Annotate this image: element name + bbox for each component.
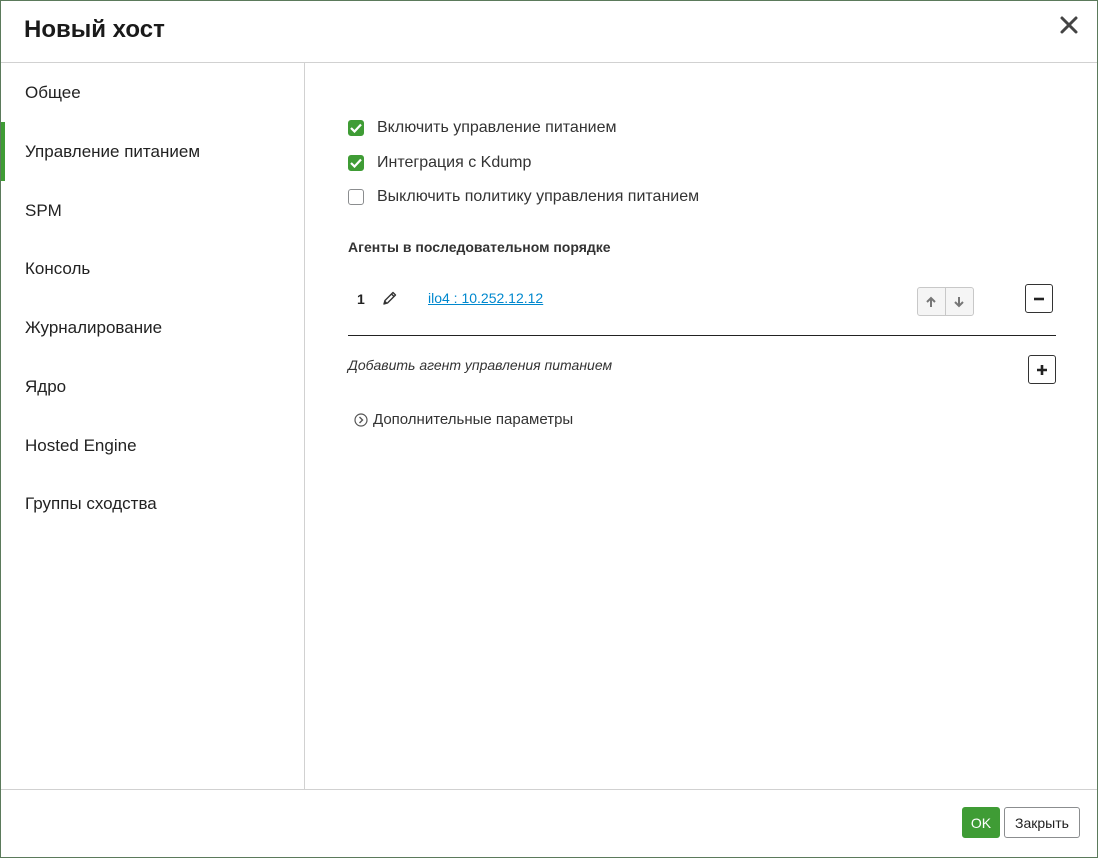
agent-order-controls <box>917 287 974 316</box>
advanced-parameters-label: Дополнительные параметры <box>373 411 574 428</box>
add-agent-button[interactable] <box>1028 355 1056 384</box>
minus-icon <box>1034 297 1044 300</box>
checkbox-label: Выключить политику управления питанием <box>377 188 700 205</box>
sidebar-item-label: Ядро <box>25 376 67 396</box>
sidebar-item-spm[interactable]: SPM <box>1 181 304 240</box>
arrow-up-icon <box>926 296 936 307</box>
agents-divider <box>348 335 1056 336</box>
sidebar-item-label: Журналирование <box>25 317 163 337</box>
dialog-title: Новый хост <box>24 16 165 43</box>
new-host-dialog: Новый хост Общее Управление питанием SPM… <box>0 0 1098 858</box>
plus-icon <box>1037 364 1047 375</box>
sidebar-item-label: Hosted Engine <box>25 435 137 455</box>
power-management-panel: Включить управление питанием Интеграция … <box>306 63 1098 789</box>
sidebar-item-label: Группы сходства <box>25 493 157 513</box>
sidebar-item-label: Консоль <box>25 258 91 278</box>
pencil-icon[interactable] <box>382 290 398 306</box>
move-down-button[interactable] <box>946 288 973 315</box>
sidebar-item-affinity-groups[interactable]: Группы сходства <box>1 474 304 533</box>
sidebar-item-hosted-engine[interactable]: Hosted Engine <box>1 416 304 475</box>
sidebar-item-power-management[interactable]: Управление питанием <box>1 122 304 181</box>
checkbox-label: Интеграция с Kdump <box>377 154 532 171</box>
sidebar: Общее Управление питанием SPM Консоль Жу… <box>1 63 305 789</box>
advanced-parameters-toggle[interactable]: Дополнительные параметры <box>354 411 573 428</box>
sidebar-item-label: SPM <box>25 200 62 220</box>
sidebar-item-general[interactable]: Общее <box>1 63 304 122</box>
sidebar-item-kernel[interactable]: Ядро <box>1 357 304 416</box>
checkbox-label: Включить управление питанием <box>377 119 617 136</box>
checkbox-checked-icon[interactable] <box>348 120 364 136</box>
checkbox-checked-icon[interactable] <box>348 155 364 171</box>
arrow-down-icon <box>954 296 964 307</box>
agent-link[interactable]: ilo4 : 10.252.12.12 <box>428 290 543 306</box>
move-up-button[interactable] <box>918 288 946 315</box>
enable-power-management-checkbox[interactable]: Включить управление питанием <box>348 119 616 137</box>
dialog-footer: OK Закрыть <box>1 789 1097 858</box>
add-agent-label: Добавить агент управления питанием <box>348 357 613 373</box>
dialog-header: Новый хост <box>1 1 1097 63</box>
checkbox-unchecked-icon[interactable] <box>348 189 364 205</box>
sidebar-item-console[interactable]: Консоль <box>1 239 304 298</box>
chevron-circle-right-icon <box>354 412 368 427</box>
sidebar-item-logging[interactable]: Журналирование <box>1 298 304 357</box>
close-icon[interactable] <box>1057 13 1081 37</box>
remove-agent-button[interactable] <box>1025 284 1053 313</box>
ok-button[interactable]: OK <box>962 807 1000 838</box>
agents-section-title: Агенты в последовательном порядке <box>348 239 611 255</box>
agent-order-number: 1 <box>357 291 365 307</box>
sidebar-item-label: Общее <box>25 82 81 102</box>
close-button[interactable]: Закрыть <box>1004 807 1080 838</box>
sidebar-item-label: Управление питанием <box>25 141 201 161</box>
disable-power-policy-checkbox[interactable]: Выключить политику управления питанием <box>348 188 699 206</box>
kdump-integration-checkbox[interactable]: Интеграция с Kdump <box>348 154 531 172</box>
